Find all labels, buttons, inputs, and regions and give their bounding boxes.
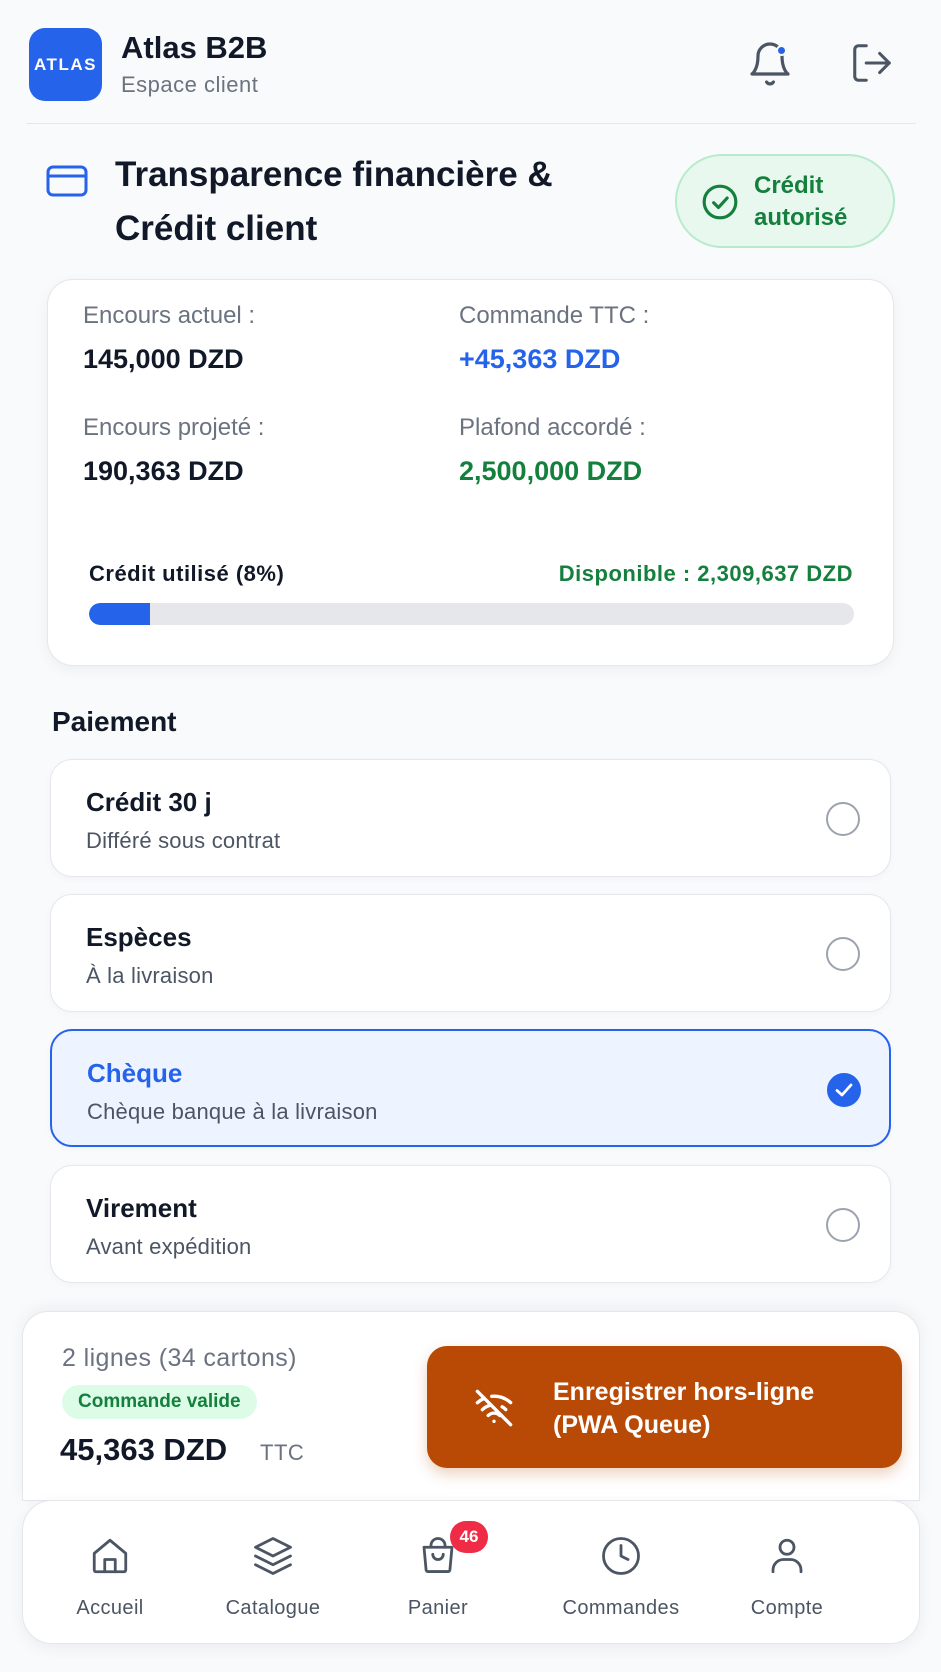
credit-status-badge: Crédit autorisé bbox=[675, 154, 895, 248]
layers-icon bbox=[254, 1537, 292, 1575]
section-title: Transparence financière & Crédit client bbox=[115, 148, 635, 256]
save-offline-label-line1: Enregistrer hors-ligne bbox=[553, 1378, 815, 1406]
credit-badge-line1: Crédit bbox=[754, 172, 824, 199]
payment-option-name: Virement bbox=[86, 1193, 197, 1223]
nav-item-orders[interactable]: Commandes bbox=[551, 1501, 691, 1645]
finance-card: Encours actuel : 145,000 DZD Commande TT… bbox=[47, 279, 894, 666]
payment-option-transfer[interactable]: Virement Avant expédition bbox=[50, 1165, 891, 1283]
bottom-navigation: Accueil Catalogue 46 Panier Commandes Co… bbox=[22, 1500, 920, 1644]
nav-item-home[interactable]: Accueil bbox=[40, 1501, 180, 1645]
order-ttc-value: +45,363 DZD bbox=[459, 344, 621, 374]
order-total: 45,363 DZD bbox=[60, 1432, 228, 1467]
payment-option-desc: À la livraison bbox=[86, 963, 214, 988]
app-subtitle: Espace client bbox=[121, 72, 259, 97]
notification-dot bbox=[776, 45, 787, 56]
payment-option-name: Espèces bbox=[86, 922, 192, 952]
credit-badge-line2: autorisé bbox=[754, 204, 848, 231]
cart-count-badge: 46 bbox=[450, 1521, 488, 1553]
order-summary-bar: 2 lignes (34 cartons) Commande valide 45… bbox=[22, 1311, 920, 1501]
save-offline-button[interactable]: Enregistrer hors-ligne (PWA Queue) bbox=[427, 1346, 902, 1468]
current-outstanding-value: 145,000 DZD bbox=[83, 344, 244, 374]
payment-option-name: Chèque bbox=[87, 1058, 183, 1088]
bell-icon bbox=[750, 42, 790, 86]
app-header: ATLAS Atlas B2B Espace client bbox=[0, 0, 941, 124]
payment-option-cheque[interactable]: Chèque Chèque banque à la livraison bbox=[50, 1029, 891, 1147]
credit-ceiling-label: Plafond accordé : bbox=[459, 414, 646, 441]
radio-button-checked[interactable] bbox=[827, 1073, 861, 1107]
payment-option-desc: Différé sous contrat bbox=[86, 828, 281, 853]
payment-option-cash[interactable]: Espèces À la livraison bbox=[50, 894, 891, 1012]
nav-item-catalogue[interactable]: Catalogue bbox=[203, 1501, 343, 1645]
logout-icon bbox=[853, 44, 891, 82]
save-offline-label-line2: (PWA Queue) bbox=[553, 1411, 711, 1439]
order-lines-count: 2 lignes (34 cartons) bbox=[62, 1344, 297, 1372]
section-title-line2: Crédit client bbox=[115, 209, 318, 248]
order-status-badge: Commande valide bbox=[62, 1385, 257, 1419]
payment-option-desc: Avant expédition bbox=[86, 1234, 252, 1259]
projected-outstanding-label: Encours projeté : bbox=[83, 414, 265, 441]
nav-label: Commandes bbox=[562, 1597, 680, 1619]
current-outstanding-label: Encours actuel : bbox=[83, 302, 256, 329]
clock-icon bbox=[602, 1537, 640, 1575]
notifications-button[interactable] bbox=[746, 40, 794, 88]
atlas-logo: ATLAS bbox=[29, 28, 102, 101]
credit-card-icon bbox=[46, 165, 88, 197]
app-title: Atlas B2B bbox=[121, 30, 268, 65]
nav-label: Accueil bbox=[76, 1597, 144, 1619]
section-title-line1: Transparence financière & bbox=[115, 155, 553, 194]
payment-title: Paiement bbox=[52, 706, 177, 737]
nav-label: Compte bbox=[750, 1597, 824, 1619]
credit-available-label: Disponible : 2,309,637 DZD bbox=[558, 561, 853, 586]
order-total-suffix: TTC bbox=[260, 1440, 305, 1465]
nav-label: Panier bbox=[407, 1597, 469, 1619]
credit-usage-progress bbox=[89, 603, 854, 625]
payment-option-desc: Chèque banque à la livraison bbox=[87, 1099, 378, 1124]
user-icon bbox=[771, 1538, 803, 1574]
nav-item-account[interactable]: Compte bbox=[717, 1501, 857, 1645]
credit-usage-fill bbox=[89, 603, 151, 625]
credit-ceiling-value: 2,500,000 DZD bbox=[459, 456, 643, 486]
payment-option-name: Crédit 30 j bbox=[86, 787, 212, 817]
payment-option-credit[interactable]: Crédit 30 j Différé sous contrat bbox=[50, 759, 891, 877]
radio-button[interactable] bbox=[826, 937, 860, 971]
radio-button[interactable] bbox=[826, 802, 860, 836]
logo-text: ATLAS bbox=[34, 54, 97, 74]
projected-outstanding-value: 190,363 DZD bbox=[83, 456, 244, 486]
wifi-off-icon bbox=[475, 1389, 513, 1427]
credit-used-label: Crédit utilisé (8%) bbox=[89, 561, 285, 586]
nav-item-cart[interactable]: 46 Panier bbox=[368, 1501, 508, 1645]
home-icon bbox=[92, 1538, 128, 1574]
check-circle-icon bbox=[702, 184, 738, 220]
header-divider bbox=[26, 123, 916, 124]
order-ttc-label: Commande TTC : bbox=[459, 302, 650, 329]
nav-label: Catalogue bbox=[225, 1597, 321, 1619]
radio-button[interactable] bbox=[826, 1208, 860, 1242]
logout-button[interactable] bbox=[849, 40, 897, 88]
checkmark-icon bbox=[835, 1083, 853, 1097]
